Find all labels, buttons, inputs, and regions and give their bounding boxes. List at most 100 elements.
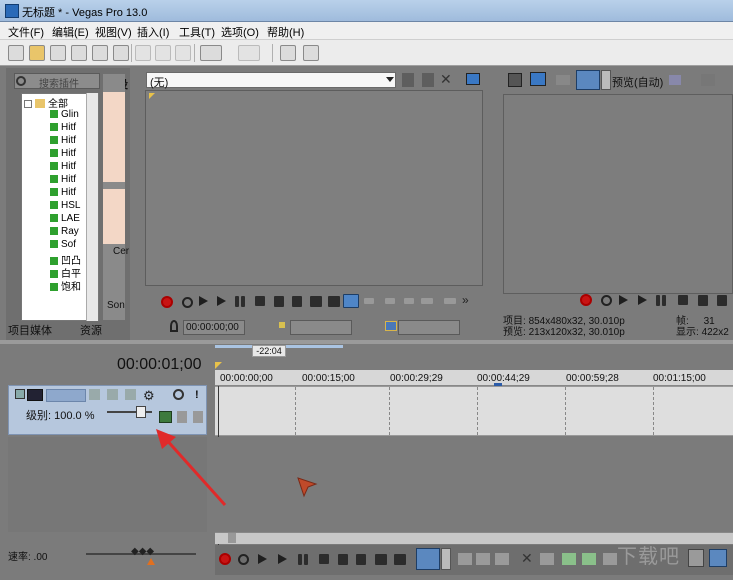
lock-icon[interactable] [603, 553, 617, 565]
zoom-tool-icon[interactable] [495, 553, 509, 565]
auto-ripple-icon[interactable] [709, 549, 727, 567]
overlay-icon[interactable] [669, 75, 681, 85]
redo-icon[interactable] [238, 45, 260, 61]
menu-view[interactable]: 视图(V) [95, 24, 132, 40]
loop-icon[interactable] [182, 297, 193, 308]
preset-thumbnail[interactable] [103, 92, 125, 182]
fx-icon[interactable] [556, 75, 570, 85]
record-icon[interactable] [219, 553, 231, 565]
trim-tool-icon[interactable] [402, 73, 414, 87]
play-from-start-icon[interactable] [258, 554, 267, 564]
pause-icon[interactable] [298, 554, 302, 565]
stop-icon[interactable] [319, 554, 329, 564]
tree-item[interactable]: Hitf [50, 122, 76, 135]
menu-help[interactable]: 帮助(H) [267, 24, 304, 40]
preview-mode-select[interactable]: 预览(自动) [612, 74, 663, 90]
play-from-start-icon[interactable] [199, 296, 208, 306]
pause-icon[interactable] [662, 295, 666, 306]
menu-insert[interactable]: 插入(I) [137, 24, 169, 40]
cut-icon[interactable] [135, 45, 151, 61]
video-track-lane[interactable] [215, 386, 733, 436]
loop-icon[interactable] [238, 554, 249, 565]
save-as-icon[interactable] [71, 45, 87, 61]
preview-properties-icon[interactable] [508, 73, 522, 87]
tab-resources[interactable]: 资源 [80, 322, 102, 338]
composite-icon[interactable] [125, 389, 136, 400]
snap-icon[interactable] [280, 45, 296, 61]
edit-tool-icon[interactable] [416, 548, 440, 570]
record-icon[interactable] [580, 294, 592, 306]
go-to-end-icon[interactable] [292, 296, 302, 307]
solo-icon[interactable]: ! [195, 389, 199, 401]
search-input[interactable]: 搜索插件 [14, 73, 100, 90]
tree-item[interactable]: Ray [50, 226, 79, 239]
tree-item[interactable]: 凹凸 [50, 252, 81, 267]
chevron-down-icon[interactable] [601, 70, 611, 90]
previous-frame-icon[interactable] [310, 296, 322, 307]
tree-item[interactable]: Hitf [50, 187, 76, 200]
trim-overwrite-icon[interactable] [444, 298, 456, 304]
menu-edit[interactable]: 编辑(E) [52, 24, 89, 40]
menu-tools[interactable]: 工具(T) [179, 24, 215, 40]
track-fx-icon[interactable] [107, 389, 118, 400]
pause-icon[interactable] [656, 295, 660, 306]
next-frame-icon[interactable] [394, 554, 406, 565]
open-icon[interactable] [29, 45, 45, 61]
rate-slider-thumb[interactable]: ◆◆◆ [131, 546, 154, 557]
scroll-thumb[interactable] [228, 533, 236, 543]
external-monitor-icon[interactable] [530, 72, 546, 86]
trim-start-icon[interactable] [540, 553, 554, 565]
go-to-start-icon[interactable] [274, 296, 284, 307]
tree-item[interactable]: 白平 [50, 265, 81, 280]
pause-icon[interactable] [304, 554, 308, 565]
preset-strip[interactable] [103, 74, 125, 320]
play-icon[interactable] [278, 554, 287, 564]
expand-icon[interactable] [193, 411, 203, 423]
trim-out-icon[interactable] [385, 298, 395, 304]
next-frame-icon[interactable] [328, 296, 340, 307]
tree-item[interactable]: Glin [50, 109, 79, 122]
stop-icon[interactable] [255, 296, 265, 306]
mute-icon[interactable] [173, 389, 184, 400]
go-to-start-icon[interactable] [698, 295, 708, 306]
tree-item[interactable]: 饱和 [50, 278, 81, 293]
trim-split-icon[interactable] [421, 298, 433, 304]
new-icon[interactable] [8, 45, 24, 61]
copy-snapshot-icon[interactable] [701, 74, 715, 86]
go-to-start-icon[interactable] [338, 554, 348, 565]
trimmer-timecode[interactable]: 00:00:00;00 [183, 320, 245, 335]
gear-icon[interactable]: ⚙ [143, 388, 155, 404]
pause-icon[interactable] [241, 296, 245, 307]
undo-icon[interactable] [200, 45, 222, 61]
help-icon[interactable] [303, 45, 319, 61]
in-point-field[interactable] [290, 320, 352, 335]
preview-quality-icon[interactable] [576, 70, 600, 90]
duration-field[interactable] [398, 320, 460, 335]
paste-icon[interactable] [175, 45, 191, 61]
preview-monitor-icon[interactable] [466, 73, 480, 85]
play-icon[interactable] [217, 296, 226, 306]
split-icon[interactable] [582, 553, 596, 565]
preset-thumbnail[interactable] [103, 189, 125, 244]
trim-end-icon[interactable] [562, 553, 576, 565]
track-name-field[interactable] [46, 389, 86, 402]
delete-icon[interactable]: ✕ [521, 550, 533, 567]
pause-icon[interactable] [235, 296, 239, 307]
copy-icon[interactable] [155, 45, 171, 61]
tree-item[interactable]: HSL [50, 200, 80, 213]
tab-project-media[interactable]: 项目媒体 [8, 322, 52, 338]
trim-in-icon[interactable] [364, 298, 374, 304]
pane-divider[interactable] [0, 340, 733, 344]
tree-item[interactable]: LAE [50, 213, 80, 226]
go-to-end-icon[interactable] [717, 295, 727, 306]
previous-frame-icon[interactable] [375, 554, 387, 565]
record-icon[interactable] [161, 296, 173, 308]
render-icon[interactable] [92, 45, 108, 61]
level-slider-handle[interactable] [136, 406, 146, 418]
timeline-empty-area[interactable] [215, 437, 733, 532]
stop-icon[interactable] [678, 295, 688, 305]
tree-item[interactable]: Sof [50, 239, 76, 252]
track-fx-chain-icon[interactable] [159, 411, 172, 423]
tree-item[interactable]: Hitf [50, 161, 76, 174]
save-icon[interactable] [50, 45, 66, 61]
